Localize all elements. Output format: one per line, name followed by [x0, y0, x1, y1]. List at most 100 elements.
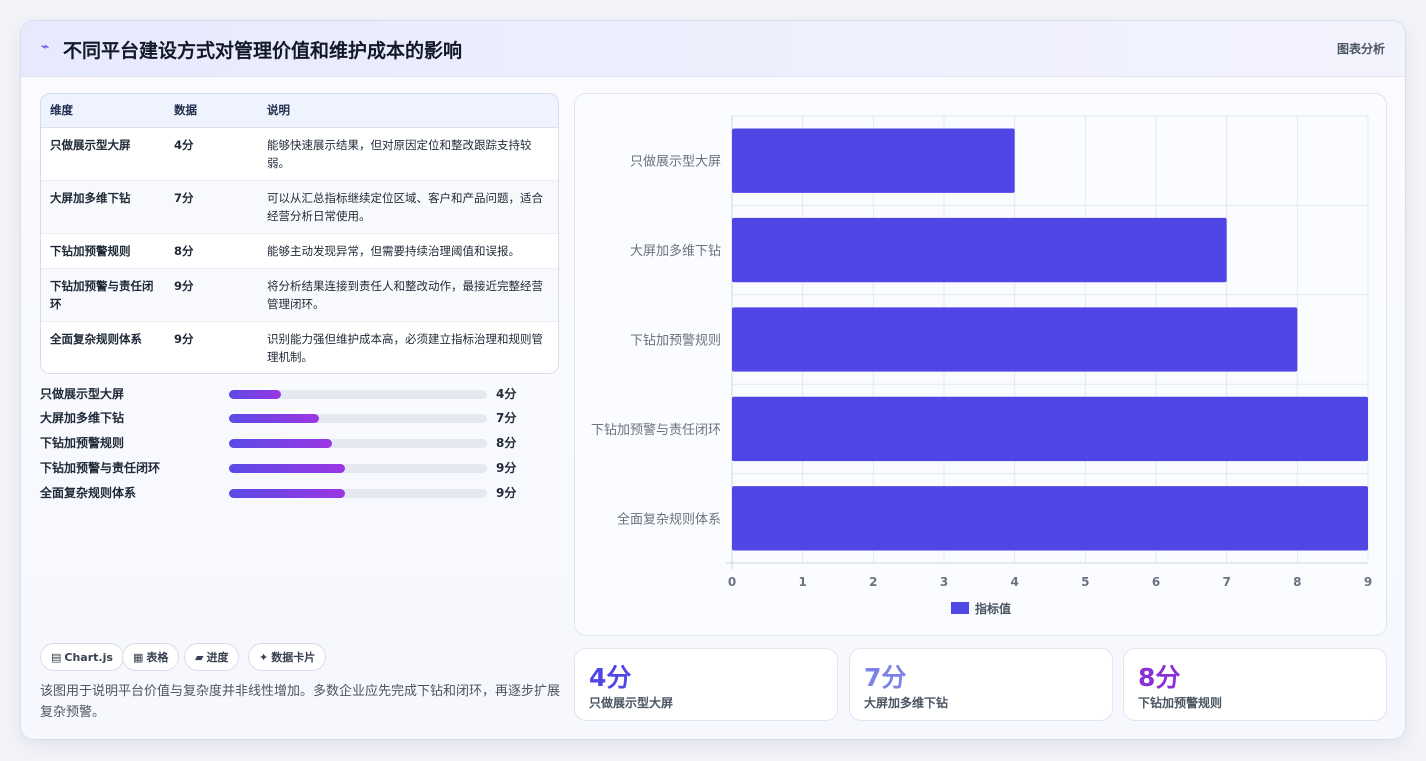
progress-row: 全面复杂规则体系 9分: [40, 484, 520, 502]
progress-value: 8分: [496, 436, 517, 450]
table-cell-dimension: 全面复杂规则体系: [41, 320, 165, 373]
stat-value: 4分: [589, 663, 632, 692]
column-header-data: 数据: [165, 94, 258, 128]
x-tick-label: 9: [1364, 575, 1372, 589]
table-cell-description: 可以从汇总指标继续定位区域、客户和产品问题，适合经营分析日常使用。: [258, 179, 558, 233]
progress-label: 只做展示型大屏: [40, 387, 125, 401]
progress-track: [229, 464, 487, 473]
progress-value: 9分: [496, 461, 517, 475]
y-tick-label: 大屏加多维下钻: [630, 243, 721, 259]
chart-analysis-tag: 图表分析: [1336, 42, 1385, 56]
table-row: 只做展示型大屏 4分 能够快速展示结果，但对原因定位和整改跟踪支持较弱。: [41, 126, 558, 180]
sparkle-icon: ✦: [259, 650, 269, 664]
chip-label: 数据卡片: [271, 651, 316, 664]
x-tick-label: 3: [940, 575, 948, 589]
stat-card: 4分 只做展示型大屏: [574, 648, 838, 721]
legend-swatch: [951, 602, 969, 614]
table-cell-dimension: 只做展示型大屏: [41, 126, 165, 180]
progress-track: [229, 489, 487, 498]
x-tick-label: 2: [869, 575, 877, 589]
table-cell-dimension: 下钻加预警规则: [41, 232, 165, 268]
progress-value: 9分: [496, 486, 517, 500]
progress-label: 全面复杂规则体系: [40, 486, 137, 500]
header-bar: ⌁ 不同平台建设方式对管理价值和维护成本的影响 图表分析: [21, 21, 1405, 77]
page-title: 不同平台建设方式对管理价值和维护成本的影响: [63, 40, 463, 62]
data-table: 维度 数据 说明 只做展示型大屏 4分 能够快速展示结果，但对原因定位和整改跟踪…: [40, 93, 559, 374]
stat-value: 8分: [1138, 663, 1181, 692]
progress-label: 下钻加预警规则: [40, 436, 125, 450]
progress-fill: [229, 489, 346, 498]
stat-label: 大屏加多维下钻: [864, 696, 949, 710]
x-tick-label: 6: [1152, 575, 1160, 589]
x-tick-label: 7: [1222, 575, 1230, 589]
table-row: 全面复杂规则体系 9分 识别能力强但维护成本高，必须建立指标治理和规则管理机制。: [41, 320, 558, 373]
progress-fill: [229, 390, 281, 399]
x-tick-label: 4: [1010, 575, 1018, 589]
progress-row: 下钻加预警规则 8分: [40, 434, 520, 452]
table-row: 下钻加预警与责任闭环 9分 将分析结果连接到责任人和整改动作，最接近完整经营管理…: [41, 267, 558, 321]
progress-fill: [229, 464, 346, 473]
y-tick-label: 全面复杂规则体系: [617, 511, 721, 527]
y-tick-label: 下钻加预警与责任闭环: [591, 422, 721, 438]
progress-fill: [229, 414, 320, 423]
progress-label: 大屏加多维下钻: [40, 411, 125, 425]
chart-icon: ▤: [51, 650, 62, 664]
bar: [732, 486, 1368, 551]
pulse-icon: ⌁: [41, 39, 50, 55]
stat-value: 7分: [864, 663, 907, 692]
table-cell-dimension: 下钻加预警与责任闭环: [41, 267, 165, 321]
x-tick-label: 0: [728, 575, 736, 589]
chip-label: Chart.js: [64, 650, 113, 664]
y-tick-label: 只做展示型大屏: [630, 155, 721, 170]
progress-value: 7分: [496, 411, 517, 425]
chip-label: 表格: [146, 651, 169, 664]
table-cell-data: 8分: [165, 232, 258, 268]
progress-track: [229, 390, 487, 399]
bar: [732, 307, 1298, 372]
table-cell-data: 7分: [165, 179, 258, 233]
progress-label: 下钻加预警与责任闭环: [40, 461, 161, 475]
bar: [732, 396, 1368, 462]
table-header-row: 维度 数据 说明: [41, 94, 558, 128]
stat-label: 下钻加预警规则: [1138, 696, 1223, 710]
table-cell-data: 9分: [165, 267, 258, 321]
bar-chart-card: 只做展示型大屏 大屏加多维下钻 下钻加预警规则下钻加预警与责任闭环全面复杂规则体系 0…: [574, 93, 1387, 636]
table-cell-data: 4分: [165, 126, 258, 180]
table-cell-description: 将分析结果连接到责任人和整改动作，最接近完整经营管理闭环。: [258, 267, 558, 321]
chip-table[interactable]: ▦ 表格: [122, 643, 180, 671]
column-header-dimension: 维度: [41, 94, 165, 128]
y-tick-label: 下钻加预警规则: [630, 333, 721, 349]
progress-track: [229, 414, 487, 423]
chip-progress[interactable]: ▰ 进度: [184, 643, 240, 671]
progress-row: 下钻加预警与责任闭环 9分: [40, 459, 520, 477]
x-tick-label: 1: [798, 575, 806, 589]
progress-row: 大屏加多维下钻 7分: [40, 409, 520, 427]
bar-chart: 只做展示型大屏大屏加多维下钻下钻加预警规则下钻加预警与责任闭环全面复杂规则体系 0…: [591, 115, 1372, 616]
x-tick-label: 5: [1081, 575, 1089, 589]
summary-note: 该图用于说明平台价值与复杂度并非线性增加。多数企业应先完成下钻和闭环，再逐步扩展…: [40, 684, 561, 720]
chip-data-cards[interactable]: ✦ 数据卡片: [248, 643, 327, 671]
legend-label: 指标值: [975, 601, 1011, 616]
table-cell-data: 9分: [165, 320, 258, 373]
progress-fill: [229, 439, 333, 448]
stat-card: 7分 大屏加多维下钻: [849, 648, 1113, 721]
progress-row: 只做展示型大屏 4分: [40, 385, 520, 403]
report-card: ⌁ 不同平台建设方式对管理价值和维护成本的影响 图表分析 维度 数据 说明 只做…: [20, 20, 1406, 740]
table-cell-description: 能够快速展示结果，但对原因定位和整改跟踪支持较弱。: [258, 126, 558, 180]
chip-chartjs[interactable]: ▤ Chart.js: [40, 643, 124, 671]
stat-label: 只做展示型大屏: [589, 696, 674, 710]
column-header-description: 说明: [258, 94, 558, 128]
table-cell-description: 能够主动发现异常，但需要持续治理阈值和误报。: [258, 232, 558, 268]
x-tick-label: 8: [1293, 575, 1301, 589]
chip-label: 进度: [206, 651, 229, 664]
table-row: 大屏加多维下钻 7分 可以从汇总指标继续定位区域、客户和产品问题，适合经营分析日…: [41, 179, 558, 233]
progress-track: [229, 439, 487, 448]
table-icon: ▦: [133, 650, 144, 664]
stat-card: 8分 下钻加预警规则: [1123, 648, 1387, 721]
progress-value: 4分: [496, 387, 517, 401]
table-row: 下钻加预警规则 8分 能够主动发现异常，但需要持续治理阈值和误报。: [41, 232, 558, 268]
folder-icon: ▰: [195, 650, 204, 664]
table-cell-description: 识别能力强但维护成本高，必须建立指标治理和规则管理机制。: [258, 320, 558, 373]
bar: [732, 128, 1015, 193]
bar: [732, 217, 1227, 283]
